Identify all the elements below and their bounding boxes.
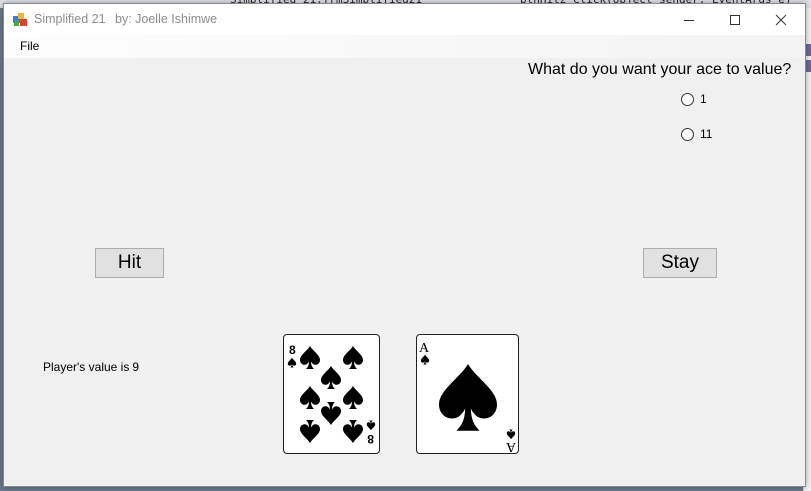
spade-ace-icon: A A	[419, 341, 516, 453]
ace-option-1[interactable]: 1	[681, 92, 707, 106]
ace-value-question: What do you want your ace to value?	[528, 61, 792, 78]
window-author: by: Joelle Ishimwe	[115, 12, 218, 26]
close-button[interactable]	[758, 4, 804, 35]
card-ace-of-spades: A A	[416, 334, 519, 454]
radio-button-11[interactable]	[681, 127, 694, 141]
player-value-number: 9	[132, 360, 140, 374]
title-bar[interactable]: Simplified 21 by: Joelle Ishimwe	[4, 4, 805, 35]
spade-pips-icon: 8 8	[287, 343, 376, 446]
radio-button-1[interactable]	[681, 92, 694, 106]
card-eight-rank-bottom: 8	[367, 432, 374, 446]
ace-option-11-label: 11	[700, 127, 713, 141]
hit-button[interactable]: Hit	[95, 248, 164, 278]
ace-option-11[interactable]: 11	[681, 127, 712, 141]
close-icon	[775, 14, 787, 25]
ace-option-1-label: 1	[700, 92, 707, 106]
maximize-icon	[730, 14, 740, 25]
app-icon	[13, 12, 28, 27]
minimize-button[interactable]	[666, 4, 712, 35]
maximize-button[interactable]	[712, 4, 758, 35]
player-value: Player's value is 9	[43, 360, 139, 374]
menu-file[interactable]: File	[14, 39, 45, 53]
minimize-icon	[684, 19, 694, 21]
window-title: Simplified 21	[34, 12, 106, 26]
card-ace-rank-top: A	[419, 341, 430, 356]
card-eight-rank-top: 8	[289, 343, 296, 357]
player-value-label: Player's value is	[43, 360, 130, 374]
stay-button[interactable]: Stay	[643, 248, 717, 278]
app-window: Simplified 21 by: Joelle Ishimwe File Wh…	[3, 3, 806, 487]
menu-bar: File	[4, 35, 805, 58]
card-eight-of-spades: 8 8	[283, 334, 380, 454]
card-ace-rank-bottom: A	[505, 439, 516, 453]
